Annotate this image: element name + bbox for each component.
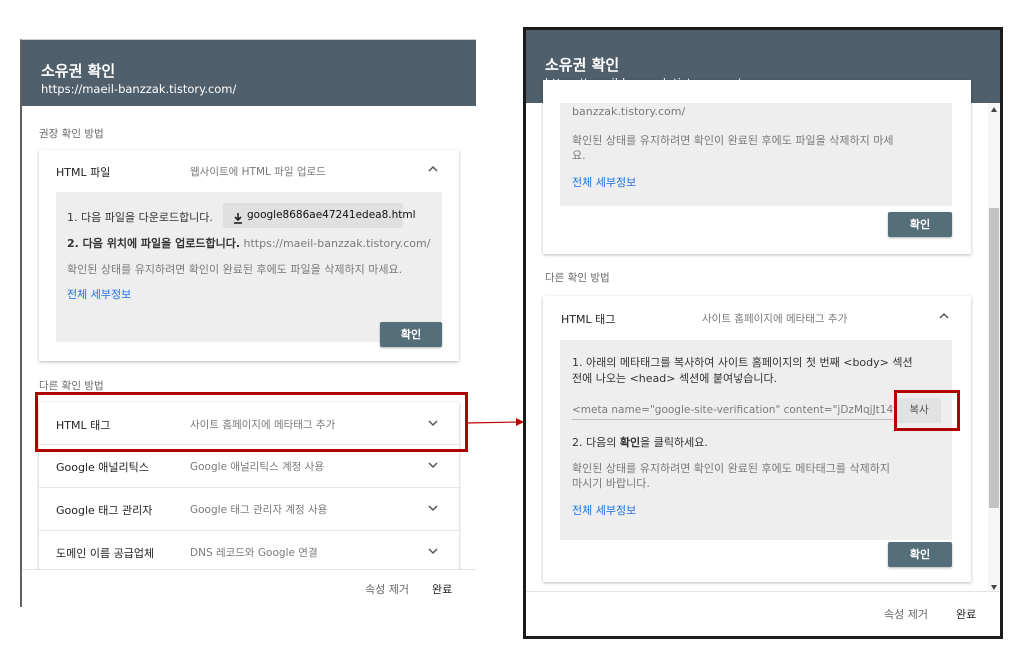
left-verification-dialog: 소유권 확인 https://maeil-banzzak.tistory.com… — [20, 39, 476, 607]
method-name: Google 태그 관리자 — [56, 504, 153, 517]
method-desc: DNS 레코드와 Google 연결 — [190, 547, 318, 559]
confirm-button[interactable]: 확인 — [888, 542, 952, 567]
dialog-title: 소유권 확인 — [41, 62, 116, 80]
chevron-up-icon[interactable] — [938, 311, 954, 323]
html-file-title[interactable]: HTML 파일 — [56, 164, 110, 180]
dialog-footer: 속성 제거 완료 — [526, 591, 1000, 636]
html-file-card-partial: banzzak.tistory.com/ 확인된 상태를 유지하려면 확인이 완… — [543, 80, 971, 254]
html-tag-panel: 1. 아래의 메타태그를 복사하여 사이트 홈페이지의 첫 번째 <body> … — [560, 340, 952, 540]
other-methods-label: 다른 확인 방법 — [39, 380, 104, 392]
download-icon — [233, 209, 243, 224]
chevron-down-icon[interactable] — [427, 503, 443, 515]
dialog-title: 소유권 확인 — [545, 56, 620, 74]
keep-tag-note-line1: 확인된 상태를 유지하려면 확인이 완료된 후에도 메타태그를 삭제하지 — [572, 462, 890, 475]
html-file-desc: 웹사이트에 HTML 파일 업로드 — [190, 166, 326, 178]
scrollbar-track[interactable] — [988, 103, 1000, 593]
meta-tag-field[interactable]: <meta name="google-site-verification" co… — [572, 402, 897, 420]
full-details-link[interactable]: 전체 세부정보 — [67, 286, 131, 302]
step2-bold: 2. 다음 위치에 파일을 업로드합니다. — [67, 237, 241, 250]
chevron-up-icon[interactable] — [427, 164, 443, 176]
scroll-down-icon[interactable] — [991, 585, 997, 590]
right-verification-dialog: 소유권 확인 https://maeil-banzzak.tistory.com… — [523, 27, 1003, 639]
keep-tag-note-line2: 마시기 바랍니다. — [572, 477, 650, 490]
highlight-box — [35, 392, 468, 452]
step2-post: 을 클릭하세요. — [640, 436, 708, 449]
step1-line1: 1. 아래의 메타태그를 복사하여 사이트 홈페이지의 첫 번째 <body> … — [572, 356, 913, 369]
done-button[interactable]: 완료 — [956, 606, 976, 622]
method-desc: Google 태그 관리자 계정 사용 — [190, 504, 328, 516]
keep-file-note-line1: 확인된 상태를 유지하려면 확인이 완료된 후에도 파일을 삭제하지 마세 — [572, 134, 894, 147]
method-name: 도메인 이름 공급업체 — [56, 547, 155, 560]
full-details-link[interactable]: 전체 세부정보 — [572, 174, 636, 190]
other-methods-label: 다른 확인 방법 — [545, 272, 610, 284]
scroll-up-icon[interactable] — [991, 107, 997, 112]
download-filename: google8686ae47241edea8.html — [247, 209, 416, 221]
remove-property-button[interactable]: 속성 제거 — [884, 606, 928, 622]
dialog-url: https://maeil-banzzak.tistory.com/ — [41, 82, 237, 96]
method-row-google-tag-manager[interactable]: Google 태그 관리자 Google 태그 관리자 계정 사용 — [39, 488, 459, 530]
full-details-link[interactable]: 전체 세부정보 — [572, 502, 636, 518]
chevron-down-icon[interactable] — [427, 546, 443, 558]
html-file-panel: banzzak.tistory.com/ 확인된 상태를 유지하려면 확인이 완… — [560, 103, 952, 206]
step2-bold: 확인 — [619, 436, 641, 449]
html-tag-card: HTML 태그 사이트 홈페이지에 메타태그 추가 1. 아래의 메타태그를 복… — [543, 296, 971, 582]
confirm-button[interactable]: 확인 — [888, 212, 952, 237]
step2-url: https://maeil-banzzak.tistory.com/ — [243, 237, 431, 250]
done-button[interactable]: 완료 — [432, 581, 452, 597]
confirm-button[interactable]: 확인 — [380, 322, 442, 347]
html-file-panel: 1. 다음 파일을 다운로드합니다. google8686ae47241edea… — [56, 192, 442, 342]
download-file-button[interactable]: google8686ae47241edea8.html — [223, 203, 416, 228]
scrollbar-thumb[interactable] — [989, 208, 999, 508]
step2-text: 2. 다음 위치에 파일을 업로드합니다. https://maeil-banz… — [67, 235, 430, 251]
method-row-domain-provider[interactable]: 도메인 이름 공급업체 DNS 레코드와 Google 연결 — [39, 531, 459, 573]
keep-file-note: 확인된 상태를 유지하려면 확인이 완료된 후에도 파일을 삭제하지 마세요. — [67, 263, 403, 276]
keep-file-note-line2: 요. — [572, 149, 586, 162]
connector-arrow — [465, 414, 526, 428]
method-name: Google 애널리틱스 — [56, 461, 149, 474]
step2-text: 2. 다음의 확인을 클릭하세요. — [572, 434, 708, 450]
chevron-down-icon[interactable] — [427, 460, 443, 472]
html-tag-desc: 사이트 홈페이지에 메타태그 추가 — [702, 313, 848, 325]
html-tag-title[interactable]: HTML 태그 — [561, 311, 615, 327]
highlight-box — [894, 390, 960, 431]
partial-url-text: banzzak.tistory.com/ — [572, 105, 686, 118]
remove-property-button[interactable]: 속성 제거 — [365, 581, 409, 597]
dialog-footer: 속성 제거 완료 — [22, 569, 476, 607]
step2-pre: 2. 다음의 — [572, 436, 620, 449]
method-desc: Google 애널리틱스 계정 사용 — [190, 461, 324, 473]
step1-line2: 전에 나오는 <head> 섹션에 붙여넣습니다. — [572, 372, 778, 385]
meta-tag-value: <meta name="google-site-verification" co… — [572, 404, 897, 416]
html-file-card: HTML 파일 웹사이트에 HTML 파일 업로드 1. 다음 파일을 다운로드… — [39, 150, 459, 361]
step1-text: 1. 다음 파일을 다운로드합니다. — [67, 211, 213, 224]
recommended-section-label: 권장 확인 방법 — [39, 128, 104, 140]
dialog-header: 소유권 확인 https://maeil-banzzak.tistory.com… — [22, 40, 476, 106]
